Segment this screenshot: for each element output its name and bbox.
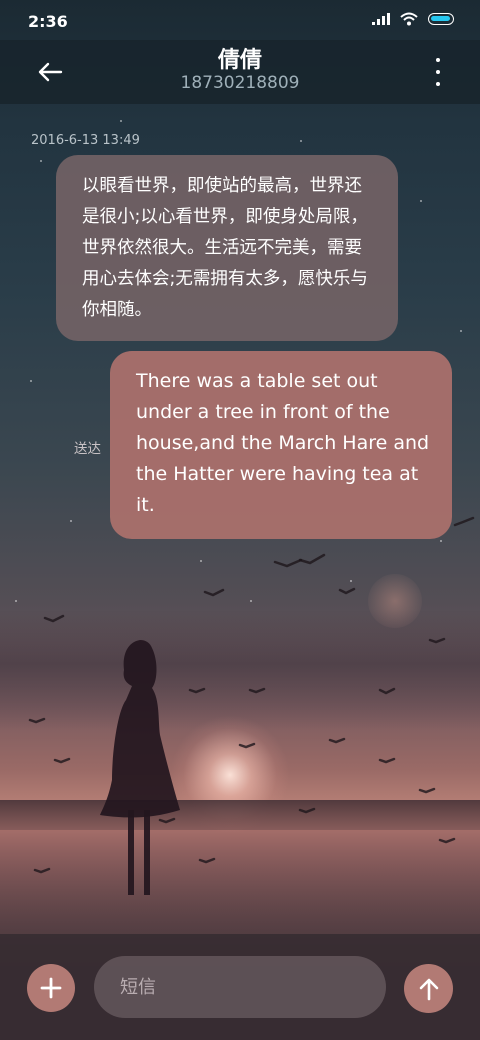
incoming-message-bubble[interactable]: 以眼看世界，即使站的最高，世界还是很小;以心看世界，即使身处局限，世界依然很大。… [56,155,398,341]
contact-name: 倩倩 [217,48,262,73]
sun [170,715,290,835]
signal-icon [372,13,390,25]
menu-dot [436,70,440,74]
outgoing-message-bubble[interactable]: There was a table set out under a tree i… [110,351,452,539]
messaging-screen: 2:36 倩倩 18730218809 2016-6-13 13:49 以眼看世… [0,0,480,1040]
status-time: 2:36 [28,12,68,31]
more-options-button[interactable] [432,58,444,86]
send-button[interactable] [404,964,453,1013]
message-input[interactable] [94,956,386,1018]
status-icons [372,12,454,26]
water-reflection [0,830,480,940]
message-timestamp: 2016-6-13 13:49 [31,133,140,148]
girl-silhouette [100,640,180,895]
delivery-status: 送达 [74,441,101,457]
status-bar: 2:36 [0,0,480,40]
horizon [0,800,480,830]
add-attachment-button[interactable] [27,964,75,1012]
battery-icon [428,13,454,25]
more-vertical-icon [436,58,440,62]
cloud-band [0,610,480,730]
message-text: There was a table set out under a tree i… [136,370,430,516]
arrow-up-icon [419,978,438,1000]
menu-dot [436,82,440,86]
message-text: 以眼看世界，即使站的最高，世界还是很小;以心看世界，即使身处局限，世界依然很大。… [82,176,368,320]
composer-bar [0,934,480,1040]
wifi-icon [400,12,418,26]
plus-icon [40,977,62,999]
lens-flare [368,574,422,628]
contact-number: 18730218809 [180,73,300,93]
conversation-header: 倩倩 18730218809 [0,40,480,104]
